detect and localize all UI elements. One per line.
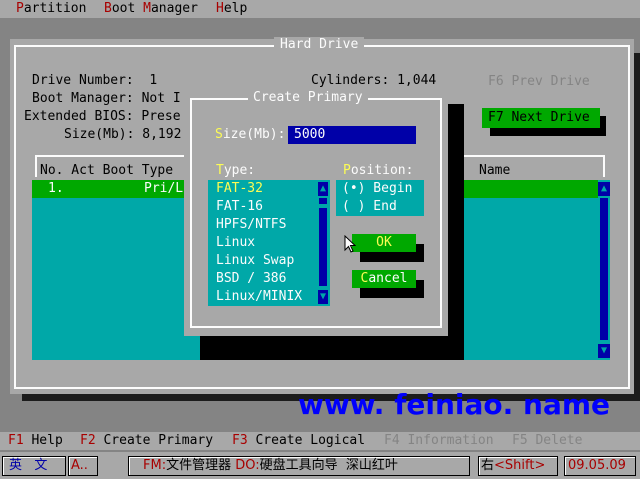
hard-drive-title: Hard Drive	[274, 37, 365, 53]
fkey-information[interactable]: F4 Information	[384, 432, 494, 450]
type-option-linux-swap[interactable]: Linux Swap	[216, 252, 294, 270]
type-scroll-thumb[interactable]	[319, 198, 327, 204]
fkey-help[interactable]: F1 Help	[8, 432, 63, 450]
boot-manager-status: Boot Manager: Not I	[32, 91, 181, 106]
table-scrollbar[interactable]: ▲ ▼	[598, 180, 610, 360]
drive-size: Size(Mb): 8,192	[64, 127, 182, 142]
type-option-linux[interactable]: Linux	[216, 234, 255, 252]
menu-help[interactable]: Help	[216, 0, 247, 18]
menu-boot-manager[interactable]: Boot Manager	[104, 0, 198, 18]
scroll-down-icon[interactable]: ▼	[598, 344, 610, 358]
ime-charset[interactable]: A..	[68, 456, 98, 476]
type-option-fat16[interactable]: FAT-16	[216, 198, 263, 216]
row-type: Pri/L	[144, 181, 184, 196]
type-list-scrollbar[interactable]: ▲ ▼	[318, 180, 328, 306]
fkey-create-primary[interactable]: F2 Create Primary	[80, 432, 213, 450]
position-group: (•) Begin ( ) End	[336, 180, 424, 216]
type-scroll-up-icon[interactable]: ▲	[318, 182, 328, 196]
menu-bar: Partition Boot Manager Help	[0, 0, 640, 18]
next-drive-button[interactable]: F7 Next Drive	[482, 108, 600, 128]
type-option-bsd-386[interactable]: BSD / 386	[216, 270, 286, 288]
ok-button[interactable]: OK	[352, 234, 416, 252]
dialog-title: Create Primary	[248, 90, 368, 106]
scrollbar-track[interactable]	[600, 198, 608, 340]
scroll-up-icon[interactable]: ▲	[598, 182, 610, 196]
fkey-create-logical[interactable]: F3 Create Logical	[232, 432, 365, 450]
cancel-button[interactable]: Cancel	[352, 270, 416, 288]
row-number: 1.	[48, 181, 64, 196]
table-header-left: No. Act Boot Type	[40, 163, 174, 178]
prev-drive-button[interactable]: F6 Prev Drive	[482, 72, 600, 92]
type-option-fat32[interactable]: FAT-32	[216, 180, 263, 198]
status-date: 09.05.09	[564, 456, 636, 476]
extended-bios-status: Extended BIOS: Prese	[24, 109, 181, 124]
status-bar: 英 文 A.. FM:文件管理器 DO:硬盘工具向导 深山红叶 右<Shift>…	[0, 452, 640, 479]
fkey-delete[interactable]: F5 Delete	[512, 432, 582, 450]
position-label: Position:	[343, 163, 414, 178]
drive-number: Drive Number: 1	[32, 73, 158, 88]
function-key-bar: F1 Help F2 Create Primary F3 Create Logi…	[0, 432, 640, 450]
table-shadow	[200, 340, 464, 360]
watermark: www. feiniao. name	[298, 388, 611, 421]
type-scroll-track[interactable]	[319, 208, 327, 286]
mouse-pointer-icon	[344, 235, 356, 253]
menu-partition[interactable]: Partition	[16, 0, 86, 18]
size-label: Size(Mb):	[215, 127, 286, 142]
size-input[interactable]: 5000	[288, 126, 416, 144]
status-shortcuts: FM:文件管理器 DO:硬盘工具向导 深山红叶	[128, 456, 470, 476]
table-header-name: Name	[479, 163, 511, 178]
shift-indicator: 右<Shift>	[478, 456, 558, 476]
type-option-linux-minix[interactable]: Linux/MINIX	[216, 288, 302, 306]
position-begin-radio[interactable]: (•) Begin	[342, 180, 412, 198]
ime-mode[interactable]: 英 文	[2, 456, 66, 476]
type-option-hpfs-ntfs[interactable]: HPFS/NTFS	[216, 216, 286, 234]
type-scroll-down-icon[interactable]: ▼	[318, 290, 328, 304]
type-list[interactable]: FAT-32 FAT-16 HPFS/NTFS Linux Linux Swap…	[208, 180, 330, 306]
position-end-radio[interactable]: ( ) End	[342, 198, 397, 216]
type-label: Type:	[216, 163, 256, 178]
